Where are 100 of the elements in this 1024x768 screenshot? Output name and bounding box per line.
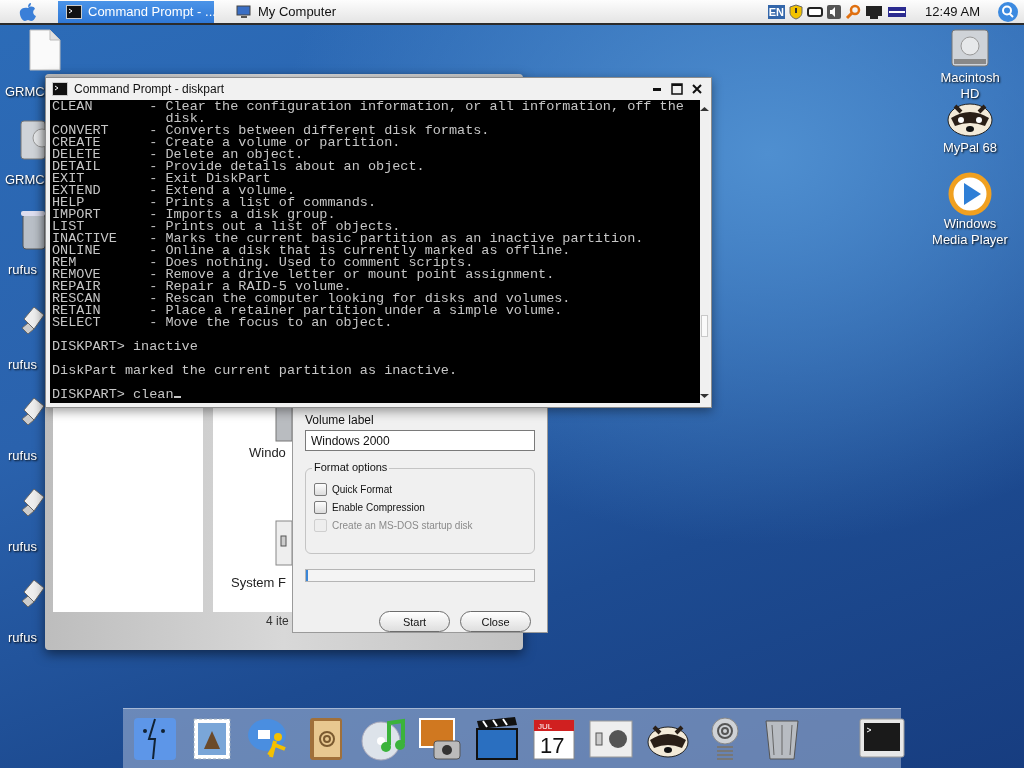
- output-line: DiskPart marked the current partition as inactive.: [52, 365, 459, 377]
- command-name: DETAIL: [52, 161, 102, 173]
- monitor-icon[interactable]: [865, 3, 884, 20]
- command-name: IMPORT: [52, 209, 102, 221]
- command-description: Remove a drive letter or mount point assignment.: [165, 269, 556, 281]
- status-bar-text: 4 ite: [266, 614, 289, 628]
- usb-drive-icon: [20, 487, 45, 517]
- close-icon: [691, 83, 703, 95]
- clock: 12:49 AM: [925, 4, 980, 19]
- keyboard-icon[interactable]: [887, 4, 908, 19]
- command-name: RETAIN: [52, 305, 102, 317]
- desktop-icon-label[interactable]: rufus: [8, 448, 37, 464]
- dialog-button[interactable]: Start: [379, 611, 450, 632]
- desktop-icon-label[interactable]: GRMC: [5, 172, 45, 188]
- command-name: REMOVE: [52, 269, 102, 281]
- battery-icon[interactable]: [807, 5, 824, 18]
- language-indicator[interactable]: EN: [767, 4, 786, 19]
- dash-separator: -: [149, 209, 158, 221]
- taskbar-button[interactable]: My Computer: [228, 0, 378, 23]
- prompt-line: DISKPART> inactive: [52, 341, 199, 353]
- search-icon[interactable]: [998, 1, 1018, 22]
- command-name: CONVERT: [52, 125, 110, 137]
- dash-separator: -: [149, 257, 158, 269]
- hard-drive-icon: [948, 26, 992, 70]
- desktop-icon-label[interactable]: Windows Media Player: [928, 216, 1012, 248]
- desktop-icon-label[interactable]: Macintosh HD: [938, 70, 1002, 102]
- dash-separator: -: [149, 101, 158, 116]
- desktop-icon-label[interactable]: MyPal 68: [942, 140, 998, 156]
- command-name: RESCAN: [52, 293, 102, 305]
- desktop-icon-label[interactable]: rufus: [8, 630, 37, 646]
- maximize-button[interactable]: [669, 81, 685, 97]
- command-description: Clear the configuration information, or all information, off the disk.: [165, 101, 685, 125]
- dash-separator: -: [149, 281, 158, 293]
- shield-icon[interactable]: [789, 3, 804, 20]
- document-icon: [28, 28, 62, 72]
- command-name: EXIT: [52, 173, 85, 185]
- command-name: REPAIR: [52, 281, 102, 293]
- checkbox[interactable]: [314, 482, 327, 496]
- command-description: Imports a disk group.: [165, 209, 336, 221]
- console-icon: [52, 82, 68, 96]
- file-item-label[interactable]: Windo: [249, 445, 286, 460]
- command-description: Rescan the computer looking for disks and volumes.: [165, 293, 572, 305]
- dash-separator: -: [149, 137, 158, 149]
- dash-separator: -: [149, 245, 158, 257]
- dash-separator: -: [149, 317, 158, 329]
- command-name: HELP: [52, 197, 85, 209]
- command-name: ONLINE: [52, 245, 102, 257]
- desktop-icon-label[interactable]: rufus: [8, 262, 37, 278]
- command-description: Delete an object.: [165, 149, 304, 161]
- dash-separator: -: [149, 221, 158, 233]
- dash-separator: -: [149, 173, 158, 185]
- command-description: Online a disk that is currently marked as offline.: [165, 245, 571, 257]
- play-button-icon: [948, 172, 992, 216]
- command-description: Place a retainer partition under a simple volume.: [165, 305, 564, 317]
- command-description: Move the focus to an object.: [165, 317, 394, 329]
- dash-separator: -: [149, 293, 158, 305]
- dash-separator: -: [149, 125, 158, 137]
- checkbox-label: Create an MS-DOS startup disk: [332, 519, 473, 531]
- dash-separator: -: [149, 185, 158, 197]
- scroll-up-arrow-icon[interactable]: [700, 106, 710, 112]
- command-name: CREATE: [52, 137, 102, 149]
- command-description: Converts between different disk formats.: [165, 125, 491, 137]
- command-description: Extend a volume.: [165, 185, 296, 197]
- command-description: Prints out a list of objects.: [165, 221, 401, 233]
- checkbox-label: Enable Compression: [332, 501, 425, 513]
- command-description: Repair a RAID-5 volume.: [165, 281, 352, 293]
- command-name: INACTIVE: [52, 233, 118, 245]
- command-name: SELECT: [52, 317, 102, 329]
- dash-separator: -: [149, 161, 158, 173]
- scroll-down-arrow-icon[interactable]: [700, 393, 710, 399]
- dash-separator: -: [149, 197, 158, 209]
- window-title: Command Prompt - diskpart: [74, 82, 225, 96]
- checkbox-label: Quick Format: [332, 483, 392, 495]
- apple-logo-icon[interactable]: [18, 1, 38, 22]
- dash-separator: -: [149, 269, 158, 281]
- command-description: Does nothing. Used to comment scripts.: [165, 257, 474, 269]
- command-description: Provide details about an object.: [165, 161, 426, 173]
- checkbox[interactable]: [314, 500, 327, 514]
- scroll-thumb[interactable]: [701, 315, 709, 337]
- minimize-icon: [653, 87, 661, 91]
- command-name: REM: [52, 257, 77, 269]
- clapperboard-icon[interactable]: [473, 714, 521, 763]
- desktop-icon-label[interactable]: GRMC: [5, 84, 45, 100]
- taskbar-button[interactable]: Command Prompt - ...: [58, 0, 214, 23]
- dash-separator: -: [149, 233, 158, 245]
- field-label: Volume label: [305, 413, 375, 427]
- command-description: Prints a list of commands.: [165, 197, 378, 209]
- command-name: EXTEND: [52, 185, 102, 197]
- file-item-label[interactable]: System F: [231, 575, 286, 590]
- command-name: DELETE: [52, 149, 102, 161]
- maximize-icon: [671, 83, 683, 95]
- computer-icon: [236, 4, 252, 19]
- command-name: CLEAN: [52, 101, 94, 116]
- desktop-icon-label[interactable]: rufus: [8, 357, 37, 373]
- trash-can-icon: [20, 210, 45, 250]
- command-description: Marks the current basic partition as an inactive partition.: [165, 233, 645, 245]
- volume-label-field[interactable]: Windows 2000: [305, 430, 535, 452]
- dialog-button[interactable]: Close: [460, 611, 531, 632]
- desktop-icon-label[interactable]: rufus: [8, 539, 37, 555]
- speaker-icon[interactable]: [827, 4, 842, 19]
